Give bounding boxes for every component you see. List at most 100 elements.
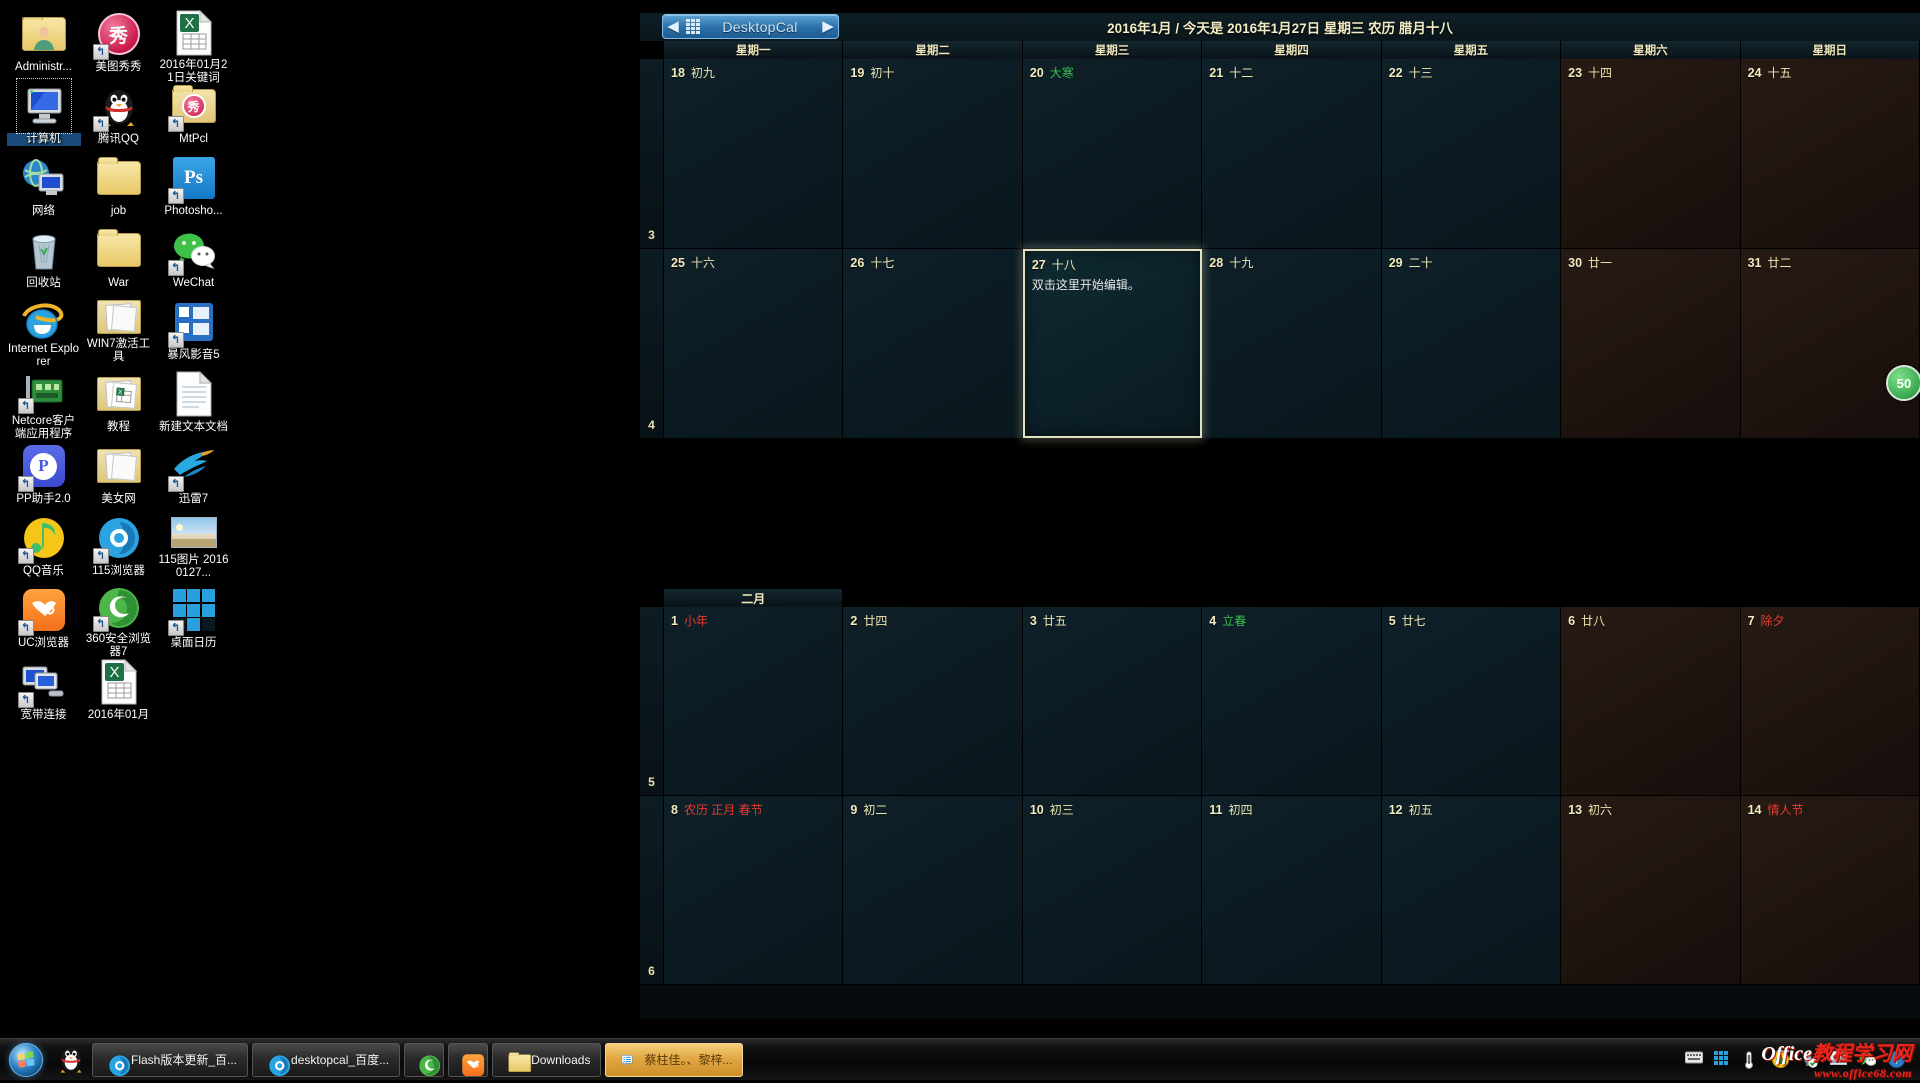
calendar-day-cell[interactable]: 21十二 xyxy=(1202,59,1381,248)
desktop-icon-0[interactable]: Administr... xyxy=(6,4,81,76)
qq-penguin-icon xyxy=(59,1043,83,1076)
tray-picture-tray-icon[interactable] xyxy=(1830,1051,1848,1069)
calendar-day-cell[interactable]: 5廿七 xyxy=(1382,607,1561,795)
taskbar-button-3[interactable] xyxy=(448,1043,488,1077)
desktop-icon-3[interactable]: 计算机 xyxy=(6,76,81,148)
desktop-icon-8[interactable]: PsPhotosho... xyxy=(156,148,231,220)
calendar-day-cell[interactable]: 26十七 xyxy=(843,249,1022,438)
next-month-arrow-icon[interactable]: ▶ xyxy=(818,19,838,34)
day-lunar-label: 小年 xyxy=(684,614,708,628)
desktop-icon-23[interactable]: 115图片 20160127... xyxy=(156,508,231,580)
desktop-icon-25[interactable]: 360安全浏览器7 xyxy=(81,580,156,652)
day-header: 22十三 xyxy=(1389,64,1553,82)
desktop-icon-11[interactable]: WeChat xyxy=(156,220,231,292)
tray-language-bar-icon[interactable] xyxy=(1714,1051,1732,1069)
calendar-day-cell[interactable]: 22十三 xyxy=(1382,59,1561,248)
calendar-day-cell[interactable]: 10初三 xyxy=(1023,796,1202,984)
prev-month-arrow-icon[interactable]: ◀ xyxy=(663,19,683,34)
calendar-day-cell[interactable]: 29二十 xyxy=(1382,249,1561,438)
taskbar-button-0[interactable]: Flash版本更新_百... xyxy=(92,1043,248,1077)
calendar-day-cell[interactable]: 28十九 xyxy=(1202,249,1381,438)
tray-thermometer-icon[interactable] xyxy=(1743,1051,1761,1069)
calendar-day-cell[interactable]: 23十四 xyxy=(1561,59,1740,248)
recycle-bin-icon xyxy=(20,226,68,274)
desktop-icon-21[interactable]: QQ音乐 xyxy=(6,508,81,580)
day-note-text[interactable]: 双击这里开始编辑。 xyxy=(1032,278,1193,293)
calendar-logo-bar[interactable]: ◀ DesktopCal ▶ xyxy=(662,14,839,39)
desktop-icon-18[interactable]: PPP助手2.0 xyxy=(6,436,81,508)
calendar-day-cell[interactable]: 11初四 xyxy=(1202,796,1381,984)
tray-help-tray-icon[interactable]: ? xyxy=(1888,1051,1906,1069)
calendar-day-cell-selected[interactable]: 27十八双击这里开始编辑。 xyxy=(1023,249,1202,438)
day-header: 13初六 xyxy=(1568,801,1732,819)
desktop-icon-7[interactable]: job xyxy=(81,148,156,220)
month-divider-spacer xyxy=(1561,589,1740,607)
desktop-icon-24[interactable]: UC浏览器 xyxy=(6,580,81,652)
calendar-grid-icon[interactable] xyxy=(684,20,702,34)
tray-wechat-tray-icon[interactable] xyxy=(1859,1051,1877,1069)
calendar-day-cell[interactable]: 20大寒 xyxy=(1023,59,1202,248)
start-button[interactable] xyxy=(2,1041,50,1079)
desktop-icon-label: 回收站 xyxy=(7,277,81,290)
desktop-icon-4[interactable]: 腾讯QQ xyxy=(81,76,156,148)
desktop-icon-2[interactable]: X2016年01月21日关键词 xyxy=(156,4,231,76)
desktop-icon-5[interactable]: 秀MtPcl xyxy=(156,76,231,148)
calendar-day-cell[interactable]: 7除夕 xyxy=(1741,607,1920,795)
desktop-icon-27[interactable]: 宽带连接 xyxy=(6,652,81,724)
day-number: 27 xyxy=(1032,258,1046,272)
desktop-icon-17[interactable]: 新建文本文档 xyxy=(156,364,231,436)
desktop-icon-label: 计算机 xyxy=(7,133,81,146)
calendar-day-cell[interactable]: 30廿一 xyxy=(1561,249,1740,438)
desktop-icon-label: 115图片 20160127... xyxy=(157,554,231,580)
calendar-day-cell[interactable]: 2廿四 xyxy=(843,607,1022,795)
day-number: 19 xyxy=(850,66,864,80)
day-lunar-label: 二十 xyxy=(1409,256,1433,270)
thunder-xunlei-icon xyxy=(170,442,218,490)
calendar-day-cell[interactable]: 31廿二 xyxy=(1741,249,1920,438)
calendar-day-cell[interactable]: 14情人节 xyxy=(1741,796,1920,984)
taskbar-button-5[interactable]: 蔡柱佳。、黎梓... xyxy=(605,1043,743,1077)
desktop-icon-19[interactable]: 美女网 xyxy=(81,436,156,508)
day-header: 21十二 xyxy=(1209,64,1373,82)
month-divider-spacer xyxy=(1202,589,1381,607)
desktop-icon-15[interactable]: Netcore客户端应用程序 xyxy=(6,364,81,436)
desktop-icon-16[interactable]: X教程 xyxy=(81,364,156,436)
desktop-icon-12[interactable]: Internet Explorer xyxy=(6,292,81,364)
desktop-icon-14[interactable]: 暴风影音5 xyxy=(156,292,231,364)
uc-browser-icon xyxy=(20,586,68,634)
tray-usb-safe-remove-icon[interactable] xyxy=(1801,1051,1819,1069)
baofeng-player-icon xyxy=(170,298,218,346)
calendar-day-cell[interactable]: 19初十 xyxy=(843,59,1022,248)
tray-security-shield-icon[interactable] xyxy=(1772,1051,1790,1069)
desktop-icon-26[interactable]: 桌面日历 xyxy=(156,580,231,652)
calendar-day-cell[interactable]: 24十五 xyxy=(1741,59,1920,248)
desktop-icon-9[interactable]: 回收站 xyxy=(6,220,81,292)
help-tray-icon: ? xyxy=(1888,1051,1906,1069)
taskbar-button-1[interactable]: desktopcal_百度... xyxy=(252,1043,400,1077)
calendar-day-cell[interactable]: 4立春 xyxy=(1202,607,1381,795)
calendar-day-cell[interactable]: 25十六 xyxy=(664,249,843,438)
calendar-day-cell[interactable]: 1小年 xyxy=(664,607,843,795)
calendar-day-cell[interactable]: 18初九 xyxy=(664,59,843,248)
calendar-day-cell[interactable]: 12初五 xyxy=(1382,796,1561,984)
day-number: 14 xyxy=(1748,803,1762,817)
calendar-day-cell[interactable]: 8农历 正月 春节 xyxy=(664,796,843,984)
calendar-day-cell[interactable]: 13初六 xyxy=(1561,796,1740,984)
calendar-day-cell[interactable]: 6廿八 xyxy=(1561,607,1740,795)
desktop-icon-10[interactable]: War xyxy=(81,220,156,292)
desktop-icon-1[interactable]: 秀美图秀秀 xyxy=(81,4,156,76)
desktop-icon-6[interactable]: 网络 xyxy=(6,148,81,220)
tray-keyboard-ime-icon[interactable] xyxy=(1685,1051,1703,1069)
desktop-icon-22[interactable]: 115浏览器 xyxy=(81,508,156,580)
desktop-icon-20[interactable]: 迅雷7 xyxy=(156,436,231,508)
desktop-icon-13[interactable]: WIN7激活工具 xyxy=(81,292,156,364)
calendar-day-cell[interactable]: 3廿五 xyxy=(1023,607,1202,795)
day-header: 19初十 xyxy=(850,64,1014,82)
day-lunar-label: 十七 xyxy=(870,256,894,270)
taskbar-button-4[interactable]: Downloads xyxy=(492,1043,601,1077)
taskbar-button-2[interactable] xyxy=(404,1043,444,1077)
side-badge[interactable]: 50 xyxy=(1886,365,1920,401)
quicklaunch-item-0[interactable] xyxy=(62,1050,80,1070)
desktop-icon-28[interactable]: X2016年01月 xyxy=(81,652,156,724)
calendar-day-cell[interactable]: 9初二 xyxy=(843,796,1022,984)
